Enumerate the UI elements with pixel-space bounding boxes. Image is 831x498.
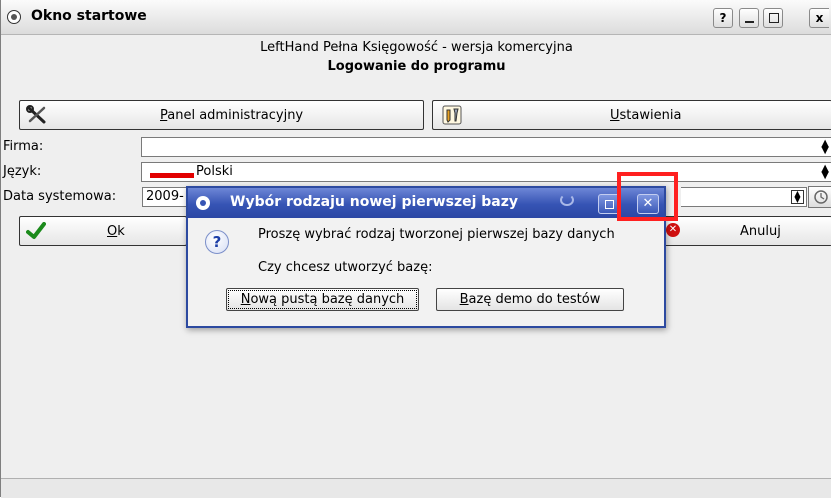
- close-button[interactable]: x: [809, 8, 829, 28]
- minimize-button[interactable]: [739, 8, 759, 28]
- date-field-end[interactable]: ▲ ▼: [681, 187, 807, 207]
- settings-icon: [442, 105, 462, 125]
- cancel-icon: ✕: [666, 223, 680, 237]
- minimize-icon: [745, 21, 754, 23]
- window-titlebar[interactable]: Okno startowe ? x: [1, 0, 831, 35]
- polish-flag-icon: [150, 173, 194, 178]
- firma-label: Firma:: [3, 139, 44, 154]
- dialog-menu-icon[interactable]: [196, 196, 210, 210]
- window-menu-icon[interactable]: [7, 10, 21, 24]
- ok-label: Ok: [107, 224, 125, 239]
- dialog-title: Wybór rodzaju nowej pierwszej bazy: [230, 194, 518, 210]
- jezyk-select[interactable]: Polski ▲ ▼: [141, 162, 831, 182]
- status-bar: [1, 478, 831, 498]
- firma-select[interactable]: ▲ ▼: [141, 137, 831, 157]
- cancel-button[interactable]: ✕ Anuluj: [661, 216, 831, 246]
- tools-icon: [26, 105, 46, 124]
- calendar-button[interactable]: [808, 186, 831, 208]
- combo-arrows-icon: ▲ ▼: [821, 163, 829, 181]
- date-field[interactable]: 2009-: [142, 187, 192, 207]
- jezyk-value: Polski: [196, 164, 233, 179]
- calendar-icon: [814, 190, 828, 204]
- question-icon: ?: [205, 230, 229, 254]
- ok-button[interactable]: Ok: [19, 216, 187, 246]
- dialog-message: Proszę wybrać rodzaj tworzonej pierwszej…: [258, 227, 615, 242]
- dialog-question: Czy chcesz utworzyć bazę:: [258, 260, 433, 275]
- settings-label: Ustawienia: [610, 108, 682, 123]
- cancel-label: Anuluj: [740, 224, 781, 239]
- new-empty-database-button[interactable]: Nową pustą bazę danych: [226, 288, 419, 311]
- app-name: LeftHand Pełna Księgowość - wersja komer…: [260, 40, 573, 55]
- help-button[interactable]: ?: [713, 8, 733, 28]
- date-spinner-icon[interactable]: ▲ ▼: [791, 190, 804, 204]
- jezyk-label: Język:: [3, 164, 42, 179]
- spiral-icon: [560, 194, 574, 206]
- window-title: Okno startowe: [31, 8, 147, 24]
- highlight-annotation: [617, 172, 678, 221]
- admin-panel-label: Panel administracyjny: [160, 108, 304, 123]
- maximize-button[interactable]: [763, 8, 783, 28]
- settings-button[interactable]: Ustawienia: [432, 100, 831, 130]
- check-icon: [26, 222, 46, 239]
- database-type-dialog: Wybór rodzaju nowej pierwszej bazy ✕ ? P…: [186, 186, 666, 328]
- demo-database-button[interactable]: Bazę demo do testów: [436, 288, 624, 311]
- date-label: Data systemowa:: [3, 189, 117, 204]
- admin-panel-button[interactable]: Panel administracyjny: [19, 100, 424, 130]
- dialog-titlebar[interactable]: Wybór rodzaju nowej pierwszej bazy ✕: [188, 188, 664, 218]
- combo-arrows-icon: ▲ ▼: [821, 138, 829, 156]
- maximize-icon: [769, 13, 779, 23]
- maximize-icon: [605, 200, 614, 209]
- login-title: Logowanie do programu: [327, 59, 506, 74]
